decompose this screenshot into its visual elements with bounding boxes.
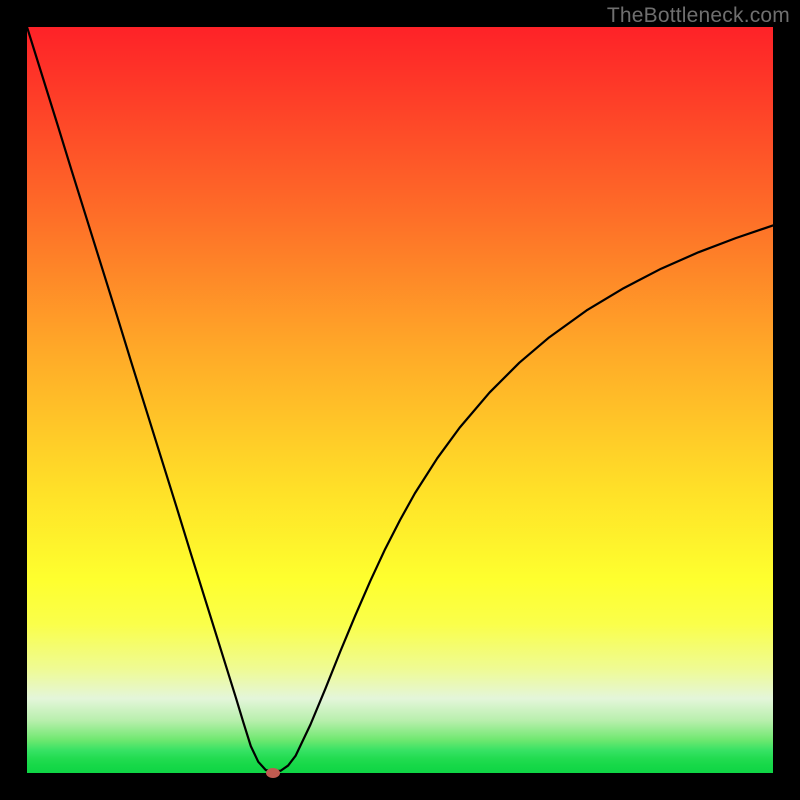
watermark-text: TheBottleneck.com <box>607 4 790 28</box>
plot-area <box>27 27 773 773</box>
optimum-marker <box>266 768 280 778</box>
curve-svg <box>27 27 773 773</box>
bottleneck-curve-path <box>27 27 773 772</box>
chart-frame: TheBottleneck.com <box>0 0 800 800</box>
